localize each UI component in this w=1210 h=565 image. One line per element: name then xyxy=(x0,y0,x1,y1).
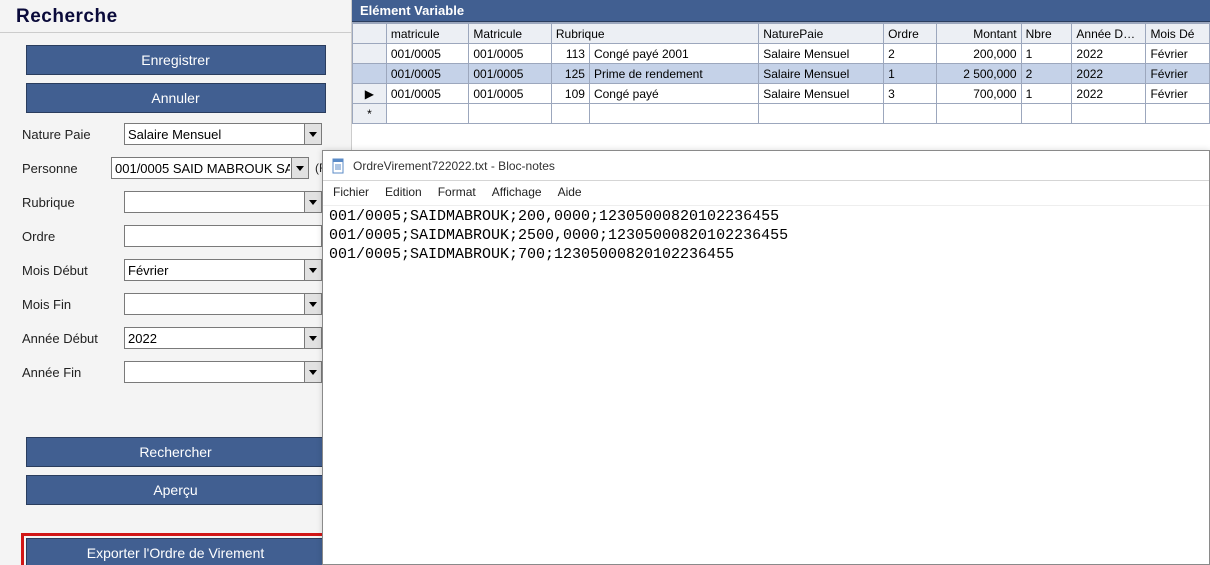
cell-annee[interactable]: 2022 xyxy=(1072,64,1146,84)
cell-nbre[interactable]: 1 xyxy=(1021,44,1072,64)
table-row[interactable]: 001/0005001/0005113Congé payé 2001Salair… xyxy=(353,44,1210,64)
cell-montant[interactable]: 2 500,000 xyxy=(936,64,1021,84)
cell-rubrique-num[interactable]: 113 xyxy=(551,44,589,64)
cell-empty[interactable] xyxy=(884,104,937,124)
cell-ordre[interactable]: 2 xyxy=(884,44,937,64)
cell-matricule2[interactable]: 001/0005 xyxy=(469,84,552,104)
cell-naturepaie[interactable]: Salaire Mensuel xyxy=(759,44,884,64)
notepad-content[interactable]: 001/0005;SAIDMABROUK;200,0000;1230500082… xyxy=(323,206,1209,266)
annuler-button[interactable]: Annuler xyxy=(26,83,326,113)
cell-matricule1[interactable]: 001/0005 xyxy=(386,64,469,84)
right-panel: Elément Variable matricule Matricule Rub… xyxy=(352,0,1210,565)
cell-rubrique-label[interactable]: Prime de rendement xyxy=(589,64,758,84)
ordre-label: Ordre xyxy=(22,229,124,244)
cell-mois[interactable]: Février xyxy=(1146,44,1210,64)
cell-empty[interactable] xyxy=(1146,104,1210,124)
rubrique-label: Rubrique xyxy=(22,195,124,210)
cell-empty[interactable] xyxy=(936,104,1021,124)
notepad-menu-fichier[interactable]: Fichier xyxy=(333,185,369,199)
grid-header-mois-debut[interactable]: Mois Dé xyxy=(1146,24,1210,44)
apercu-button[interactable]: Aperçu xyxy=(26,475,326,505)
cell-empty[interactable] xyxy=(469,104,552,124)
notepad-menu: Fichier Edition Format Affichage Aide xyxy=(323,181,1209,206)
notepad-icon xyxy=(331,158,347,174)
mois-fin-select[interactable] xyxy=(124,293,322,315)
cell-naturepaie[interactable]: Salaire Mensuel xyxy=(759,84,884,104)
cell-matricule2[interactable]: 001/0005 xyxy=(469,44,552,64)
table-row-new[interactable]: * xyxy=(353,104,1210,124)
cell-matricule1[interactable]: 001/0005 xyxy=(386,84,469,104)
mois-debut-select[interactable] xyxy=(124,259,322,281)
cell-nbre[interactable]: 1 xyxy=(1021,84,1072,104)
cell-empty[interactable] xyxy=(386,104,469,124)
cell-empty[interactable] xyxy=(1072,104,1146,124)
annee-debut-select[interactable] xyxy=(124,327,322,349)
grid-header-matricule2[interactable]: Matricule xyxy=(469,24,552,44)
cell-rubrique-num[interactable]: 109 xyxy=(551,84,589,104)
search-title: Recherche xyxy=(0,0,351,33)
table-row[interactable]: ▶001/0005001/0005109Congé payéSalaire Me… xyxy=(353,84,1210,104)
cell-matricule1[interactable]: 001/0005 xyxy=(386,44,469,64)
annee-fin-label: Année Fin xyxy=(22,365,124,380)
grid-header-rubrique[interactable]: Rubrique xyxy=(551,24,758,44)
grid-header-naturepaie[interactable]: NaturePaie xyxy=(759,24,884,44)
mois-debut-label: Mois Début xyxy=(22,263,124,278)
nature-paie-label: Nature Paie xyxy=(22,127,124,142)
cell-rubrique-num[interactable]: 125 xyxy=(551,64,589,84)
notepad-window[interactable]: OrdreVirement722022.txt - Bloc-notes Fic… xyxy=(322,150,1210,565)
notepad-menu-aide[interactable]: Aide xyxy=(558,185,582,199)
grid-header-montant[interactable]: Montant xyxy=(936,24,1021,44)
rechercher-button[interactable]: Rechercher xyxy=(26,437,326,467)
nature-paie-select[interactable] xyxy=(124,123,322,145)
annee-debut-label: Année Début xyxy=(22,331,124,346)
notepad-titlebar[interactable]: OrdreVirement722022.txt - Bloc-notes xyxy=(323,151,1209,181)
cell-mois[interactable]: Février xyxy=(1146,84,1210,104)
row-marker: ▶ xyxy=(353,84,387,104)
cell-annee[interactable]: 2022 xyxy=(1072,84,1146,104)
personne-select[interactable] xyxy=(111,157,309,179)
annee-fin-select[interactable] xyxy=(124,361,322,383)
cell-naturepaie[interactable]: Salaire Mensuel xyxy=(759,64,884,84)
row-marker-star: * xyxy=(353,104,387,124)
cell-annee[interactable]: 2022 xyxy=(1072,44,1146,64)
grid-rowheader xyxy=(353,24,387,44)
cell-mois[interactable]: Février xyxy=(1146,64,1210,84)
rubrique-select[interactable] xyxy=(124,191,322,213)
grid-header-annee-debut[interactable]: Année Débu xyxy=(1072,24,1146,44)
row-marker xyxy=(353,44,387,64)
notepad-title-text: OrdreVirement722022.txt - Bloc-notes xyxy=(353,159,555,173)
grid-header-ordre[interactable]: Ordre xyxy=(884,24,937,44)
notepad-menu-edition[interactable]: Edition xyxy=(385,185,422,199)
grid-header-nbre[interactable]: Nbre xyxy=(1021,24,1072,44)
exporter-ordre-highlight: Exporter l'Ordre de Virement xyxy=(21,533,331,565)
cell-ordre[interactable]: 3 xyxy=(884,84,937,104)
cell-montant[interactable]: 200,000 xyxy=(936,44,1021,64)
cell-nbre[interactable]: 2 xyxy=(1021,64,1072,84)
exporter-ordre-button[interactable]: Exporter l'Ordre de Virement xyxy=(26,538,326,565)
cell-ordre[interactable]: 1 xyxy=(884,64,937,84)
cell-matricule2[interactable]: 001/0005 xyxy=(469,64,552,84)
search-panel: Recherche Enregistrer Annuler Nature Pai… xyxy=(0,0,352,565)
grid-header-matricule1[interactable]: matricule xyxy=(386,24,469,44)
cell-montant[interactable]: 700,000 xyxy=(936,84,1021,104)
grid: matricule Matricule Rubrique NaturePaie … xyxy=(352,22,1210,124)
table-row[interactable]: 001/0005001/0005125Prime de rendementSal… xyxy=(353,64,1210,84)
cell-rubrique-label[interactable]: Congé payé xyxy=(589,84,758,104)
personne-label: Personne xyxy=(22,161,111,176)
cell-empty[interactable] xyxy=(589,104,758,124)
notepad-menu-format[interactable]: Format xyxy=(438,185,476,199)
row-marker xyxy=(353,64,387,84)
notepad-menu-affichage[interactable]: Affichage xyxy=(492,185,542,199)
cell-rubrique-label[interactable]: Congé payé 2001 xyxy=(589,44,758,64)
grid-title: Elément Variable xyxy=(352,0,1210,22)
enregistrer-button[interactable]: Enregistrer xyxy=(26,45,326,75)
cell-empty[interactable] xyxy=(759,104,884,124)
cell-empty[interactable] xyxy=(1021,104,1072,124)
mois-fin-label: Mois Fin xyxy=(22,297,124,312)
ordre-input[interactable] xyxy=(124,225,322,247)
cell-empty[interactable] xyxy=(551,104,589,124)
